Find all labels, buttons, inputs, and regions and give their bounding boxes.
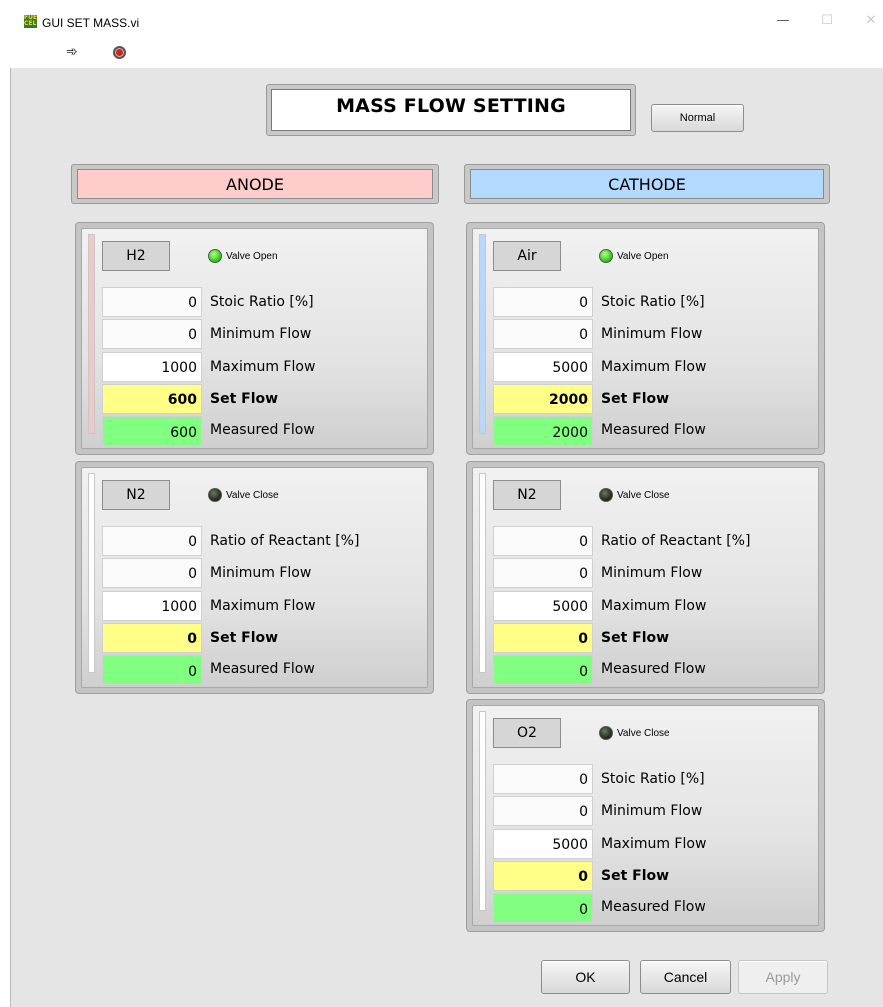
maximum-flow-field[interactable]: 1000 — [102, 352, 202, 382]
color-strip — [479, 711, 486, 911]
anode-section-n2: N2 Valve Close 0 Ratio of Reactant [%] 0 Mini… — [75, 461, 434, 694]
set-flow-field[interactable]: 0 — [102, 623, 202, 653]
title-bar: FUEL CELL GUI SET MASS.vi — ☐ ✕ — [0, 0, 883, 34]
valve-status-text: Valve Open — [617, 251, 669, 262]
ratio-label: Stoic Ratio [%] — [601, 294, 705, 310]
measured-flow-label: Measured Flow — [601, 899, 706, 915]
minimum-flow-field[interactable]: 0 — [493, 558, 593, 588]
anode-section-h2: H2 Valve Open 0 Stoic Ratio [%] 0 Minimum Flo… — [75, 222, 434, 455]
minimum-flow-field[interactable]: 0 — [102, 558, 202, 588]
minimum-flow-label: Minimum Flow — [601, 326, 703, 342]
ratio-field[interactable]: 0 — [493, 764, 593, 794]
maximum-flow-label: Maximum Flow — [601, 836, 707, 852]
window-title: GUI SET MASS.vi — [42, 16, 140, 30]
valve-led-icon — [599, 726, 613, 740]
maximum-flow-label: Maximum Flow — [601, 598, 707, 614]
minimum-flow-label: Minimum Flow — [601, 803, 703, 819]
run-arrow-icon[interactable]: ➾ — [66, 44, 78, 60]
toolbar — [0, 34, 883, 68]
maximum-flow-field[interactable]: 1000 — [102, 591, 202, 621]
maximum-flow-field[interactable]: 5000 — [493, 829, 593, 859]
minimize-icon[interactable]: — — [768, 13, 798, 33]
section-face: N2 Valve Close 0 Ratio of Reactant [%] 0 Mini… — [81, 467, 428, 688]
maximum-flow-field[interactable]: 5000 — [493, 591, 593, 621]
ratio-field[interactable]: 0 — [102, 526, 202, 556]
page-title: MASS FLOW SETTING — [271, 89, 631, 131]
maximum-flow-label: Maximum Flow — [210, 598, 316, 614]
minimum-flow-field[interactable]: 0 — [102, 319, 202, 349]
valve-status-text: Valve Close — [226, 490, 279, 501]
color-strip — [479, 234, 486, 434]
measured-flow-field: 0 — [493, 655, 593, 685]
valve-led-icon — [599, 488, 613, 502]
gas-name-label: N2 — [493, 480, 561, 510]
mode-normal-button[interactable]: Normal — [651, 104, 744, 132]
title-frame: MASS FLOW SETTING — [266, 84, 636, 136]
section-face: O2 Valve Close 0 Stoic Ratio [%] 0 Minimum Fl… — [472, 705, 819, 926]
anode-header-label: ANODE — [77, 169, 433, 199]
cathode-section-n2: N2 Valve Close 0 Ratio of Reactant [%] 0 Mini… — [466, 461, 825, 694]
ratio-label: Stoic Ratio [%] — [601, 771, 705, 787]
ok-button[interactable]: OK — [541, 960, 630, 994]
minimum-flow-label: Minimum Flow — [210, 326, 312, 342]
measured-flow-label: Measured Flow — [601, 661, 706, 677]
valve-status-text: Valve Close — [617, 490, 670, 501]
abort-execution-icon[interactable] — [113, 46, 126, 59]
measured-flow-field: 2000 — [493, 416, 593, 446]
set-flow-label: Set Flow — [601, 630, 670, 646]
cathode-header: CATHODE — [464, 164, 830, 204]
valve-led-icon — [208, 249, 222, 263]
measured-flow-label: Measured Flow — [210, 661, 315, 677]
cathode-section-air: Air Valve Open 0 Stoic Ratio [%] 0 Minimum Fl… — [466, 222, 825, 455]
minimum-flow-field[interactable]: 0 — [493, 319, 593, 349]
ratio-field[interactable]: 0 — [493, 526, 593, 556]
section-face: H2 Valve Open 0 Stoic Ratio [%] 0 Minimum Flo… — [81, 228, 428, 449]
gas-name-label: Air — [493, 241, 561, 271]
valve-led-icon — [208, 488, 222, 502]
maximum-flow-field[interactable]: 5000 — [493, 352, 593, 382]
section-face: N2 Valve Close 0 Ratio of Reactant [%] 0 Mini… — [472, 467, 819, 688]
measured-flow-field: 0 — [493, 893, 593, 923]
app-icon: FUEL CELL — [24, 15, 37, 28]
ratio-label: Stoic Ratio [%] — [210, 294, 314, 310]
set-flow-label: Set Flow — [601, 391, 670, 407]
color-strip — [479, 473, 486, 673]
measured-flow-field: 0 — [102, 655, 202, 685]
cathode-section-o2: O2 Valve Close 0 Stoic Ratio [%] 0 Minimum Fl… — [466, 699, 825, 932]
maximize-icon[interactable]: ☐ — [812, 13, 842, 33]
cancel-button[interactable]: Cancel — [640, 960, 731, 994]
minimum-flow-field[interactable]: 0 — [493, 796, 593, 826]
ratio-label: Ratio of Reactant [%] — [210, 533, 360, 549]
minimum-flow-label: Minimum Flow — [601, 565, 703, 581]
minimum-flow-label: Minimum Flow — [210, 565, 312, 581]
gas-name-label: H2 — [102, 241, 170, 271]
set-flow-field[interactable]: 0 — [493, 861, 593, 891]
section-face: Air Valve Open 0 Stoic Ratio [%] 0 Minimum Fl… — [472, 228, 819, 449]
set-flow-field[interactable]: 0 — [493, 623, 593, 653]
gas-name-label: O2 — [493, 718, 561, 748]
set-flow-field[interactable]: 2000 — [493, 384, 593, 414]
anode-header: ANODE — [71, 164, 439, 204]
apply-button[interactable]: Apply — [738, 960, 828, 994]
close-icon[interactable]: ✕ — [856, 13, 883, 33]
valve-led-icon — [599, 249, 613, 263]
measured-flow-label: Measured Flow — [210, 422, 315, 438]
cathode-header-label: CATHODE — [470, 169, 824, 199]
measured-flow-label: Measured Flow — [601, 422, 706, 438]
set-flow-label: Set Flow — [601, 868, 670, 884]
set-flow-label: Set Flow — [210, 630, 279, 646]
color-strip — [88, 234, 95, 434]
gas-name-label: N2 — [102, 480, 170, 510]
maximum-flow-label: Maximum Flow — [210, 359, 316, 375]
set-flow-label: Set Flow — [210, 391, 279, 407]
set-flow-field[interactable]: 600 — [102, 384, 202, 414]
valve-status-text: Valve Open — [226, 251, 278, 262]
ratio-field[interactable]: 0 — [493, 287, 593, 317]
ratio-label: Ratio of Reactant [%] — [601, 533, 751, 549]
color-strip — [88, 473, 95, 673]
measured-flow-field: 600 — [102, 416, 202, 446]
maximum-flow-label: Maximum Flow — [601, 359, 707, 375]
valve-status-text: Valve Close — [617, 728, 670, 739]
ratio-field[interactable]: 0 — [102, 287, 202, 317]
